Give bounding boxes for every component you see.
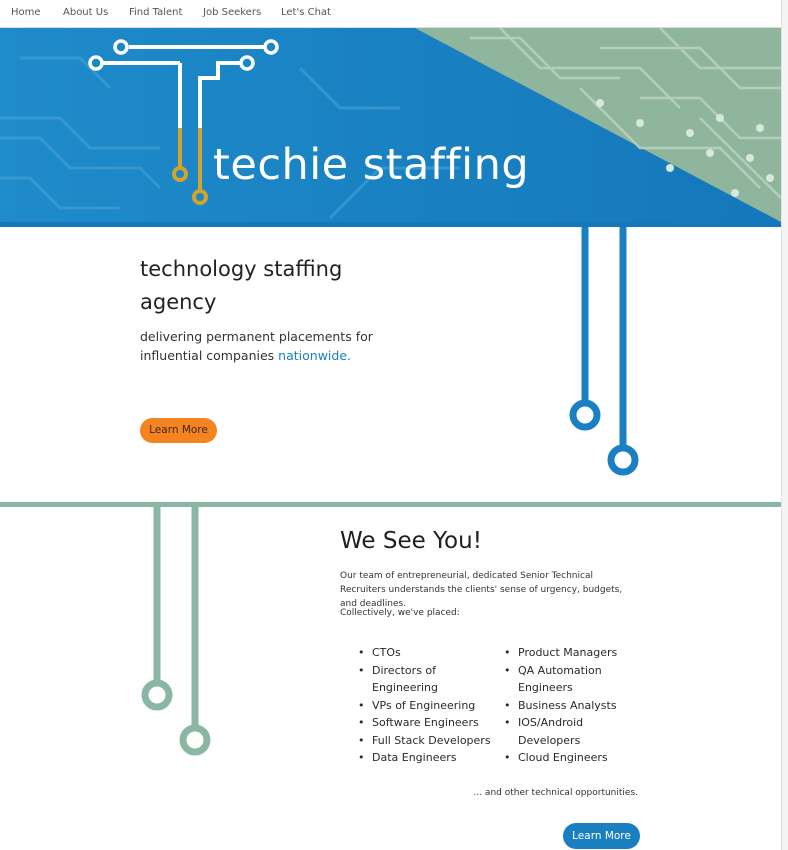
list-item: Full Stack Developers [356,732,496,750]
window-edge [781,0,788,850]
nav-home[interactable]: Home [11,7,41,18]
list-item: VPs of Engineering [356,697,496,715]
more-opportunities: ... and other technical opportunities. [473,788,638,798]
circuit-decoration-blue [569,227,639,476]
brand-wordmark: techie staffing [213,140,530,190]
page: Home About Us Find Talent Job Seekers Le… [0,0,781,850]
list-item: Product Managers [502,644,632,662]
nav-find-talent[interactable]: Find Talent [129,7,182,18]
nav-about-us[interactable]: About Us [63,7,108,18]
hero-banner: techie staffing [0,28,781,222]
list-item: CTOs [356,644,496,662]
top-nav: Home About Us Find Talent Job Seekers Le… [0,0,781,28]
list-item: IOS/Android Developers [502,714,632,749]
list-item: Data Engineers [356,749,496,767]
nav-job-seekers[interactable]: Job Seekers [203,7,261,18]
list-item: QA Automation Engineers [502,662,632,697]
placements-list-1: CTOs Directors of Engineering VPs of Eng… [356,644,496,767]
circuit-decoration-green [141,507,211,756]
hero-background [0,28,781,222]
list-item: Directors of Engineering [356,662,496,697]
nav-lets-chat[interactable]: Let's Chat [281,7,331,18]
list-item: Business Analysts [502,697,632,715]
about-paragraph: Our team of entrepreneurial, dedicated S… [340,571,623,609]
learn-more-button-about[interactable]: Learn More [563,823,640,849]
placements-list-2: Product Managers QA Automation Engineers… [502,644,632,767]
list-item: Software Engineers [356,714,496,732]
about-title: We See You! [340,528,482,554]
list-item: Cloud Engineers [502,749,632,767]
about-lead: Collectively, we've placed: [340,608,460,618]
